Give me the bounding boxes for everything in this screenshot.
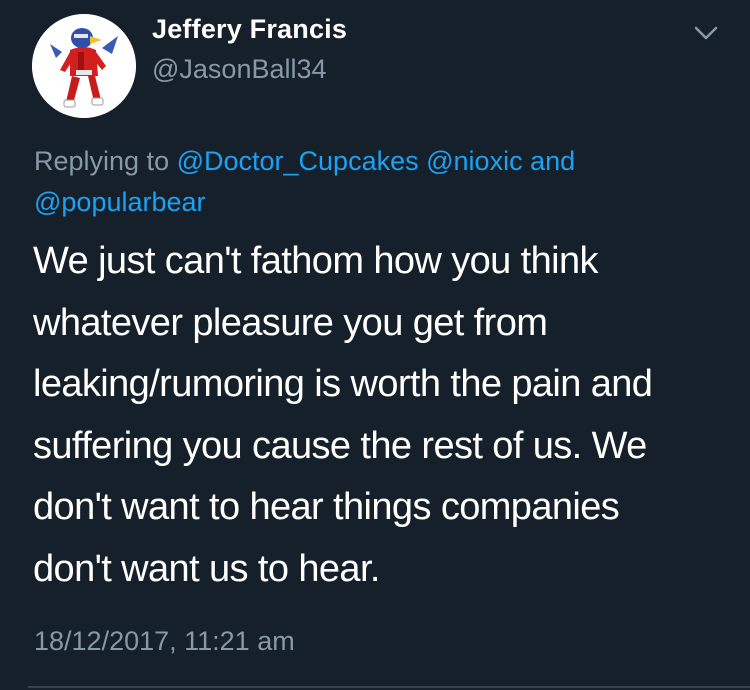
author-display-name[interactable]: Jeffery Francis [152, 14, 347, 45]
tweet-timestamp[interactable]: 18/12/2017, 11:21 am [34, 626, 295, 657]
mention-link[interactable]: @nioxic [426, 146, 522, 176]
tweet-text-line: suffering you cause the rest of us. We [33, 424, 647, 467]
divider [28, 686, 750, 688]
cartoon-character-avatar-icon [32, 14, 136, 118]
tweet-card: Jeffery Francis @JasonBall34 Replying to… [0, 0, 750, 690]
tweet-text-line: whatever pleasure you get from [33, 301, 548, 344]
chevron-down-icon[interactable] [693, 24, 719, 42]
tweet-text-line: don't want us to hear. [33, 547, 380, 590]
mention-link[interactable]: @popularbear [34, 187, 206, 217]
author-handle[interactable]: @JasonBall34 [152, 54, 327, 85]
mention-joiner[interactable]: and [530, 146, 575, 176]
replying-to-label: Replying to [34, 146, 177, 176]
avatar[interactable] [32, 14, 136, 118]
tweet-text-line: don't want to hear things companies [33, 486, 620, 528]
tweet-text: We just can't fathom how you think whate… [33, 231, 733, 600]
tweet-text-line: leaking/rumoring is worth the pain and [33, 363, 653, 405]
tweet-text-line: We just can't fathom how you think [33, 240, 598, 282]
mention-link[interactable]: @Doctor_Cupcakes [177, 146, 419, 176]
replying-to: Replying to @Doctor_Cupcakes @nioxic and… [34, 141, 724, 223]
